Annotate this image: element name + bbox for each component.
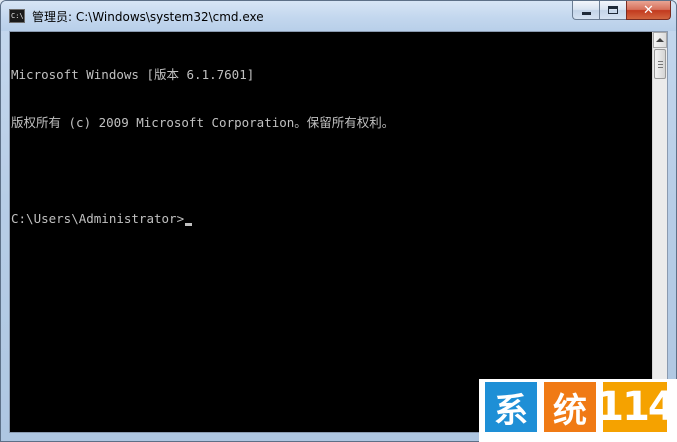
close-icon: ✕ [643, 2, 654, 18]
watermark-char-2: 统 [544, 382, 596, 432]
vertical-scrollbar[interactable] [652, 32, 667, 432]
console-line-version: Microsoft Windows [版本 6.1.7601] [11, 67, 255, 82]
command-prompt: C:\Users\Administrator> [11, 211, 185, 226]
cmd-icon[interactable]: C:\ [9, 9, 25, 23]
scroll-up-button[interactable] [653, 32, 667, 48]
console-line-prompt-row: C:\Users\Administrator> [11, 211, 653, 227]
watermark-char-1: 系 [485, 382, 537, 432]
console-output[interactable]: Microsoft Windows [版本 6.1.7601] 版权所有 (c)… [10, 32, 653, 432]
grip-line [658, 64, 663, 65]
maximize-button[interactable] [599, 1, 626, 20]
text-cursor [185, 223, 193, 226]
grip-line [658, 67, 663, 68]
minimize-button[interactable] [572, 1, 599, 20]
grip-line [658, 61, 663, 62]
window-title: 管理员: C:\Windows\system32\cmd.exe [32, 10, 264, 24]
console-window: C:\ 管理员: C:\Windows\system32\cmd.exe ✕ M… [0, 0, 677, 442]
watermark-number: 114 [596, 382, 676, 432]
console-line-copyright: 版权所有 (c) 2009 Microsoft Corporation。保留所有… [11, 115, 395, 130]
scroll-thumb[interactable] [654, 49, 666, 79]
minimize-icon [581, 12, 591, 15]
site-watermark-logo: 系 统 114 [479, 379, 677, 442]
close-button[interactable]: ✕ [626, 1, 671, 20]
arrow-up-icon [656, 38, 664, 42]
caption-buttons: ✕ [572, 1, 671, 21]
title-bar[interactable]: C:\ 管理员: C:\Windows\system32\cmd.exe ✕ [1, 1, 676, 31]
maximize-icon [608, 6, 618, 14]
console-area[interactable]: Microsoft Windows [版本 6.1.7601] 版权所有 (c)… [9, 31, 668, 433]
